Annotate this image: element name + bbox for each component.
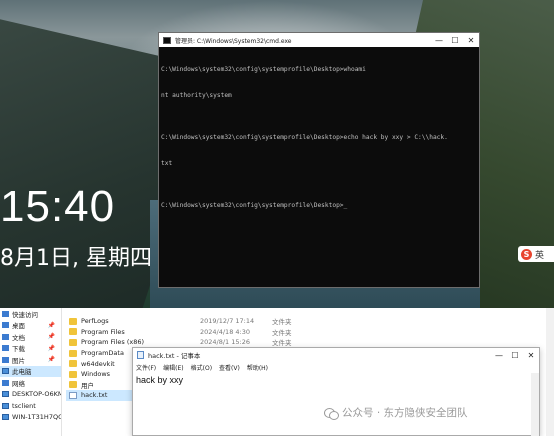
nav-item-label: DESKTOP-O6KME	[12, 390, 61, 399]
folder-icon	[69, 381, 77, 389]
notepad-title: hack.txt - 记事本	[148, 352, 201, 360]
sogou-icon: S	[521, 248, 532, 260]
notepad-titlebar[interactable]: hack.txt - 记事本 — ☐ ✕	[133, 348, 539, 362]
download-icon	[2, 345, 9, 352]
file-name: Windows	[81, 370, 111, 379]
maximize-button[interactable]: ☐	[507, 348, 523, 362]
folder-icon	[69, 328, 77, 336]
pc-icon	[2, 368, 9, 375]
close-button[interactable]: ✕	[523, 348, 539, 362]
cmd-title: 管理员: C:\Windows\System32\cmd.exe	[175, 37, 292, 45]
nav-item-label: 下载	[12, 345, 25, 354]
file-name: 用户	[81, 381, 94, 390]
minimize-button[interactable]: —	[491, 348, 507, 362]
star-icon	[2, 310, 9, 317]
pictures-folder-icon	[2, 356, 9, 363]
wechat-icon	[324, 407, 339, 420]
folder-icon	[69, 338, 77, 346]
console-line: C:\Windows\system32\config\systemprofile…	[161, 134, 448, 141]
file-row[interactable]: PerfLogs 2019/12/7 17:14 文件夹	[66, 316, 386, 327]
console-line: C:\Windows\system32\config\systemprofile…	[161, 66, 366, 73]
notepad-scrollbar[interactable]	[531, 373, 539, 436]
folder-icon	[69, 317, 77, 325]
pin-icon: 📌	[47, 356, 55, 364]
cmd-icon	[163, 36, 171, 44]
file-name: w64devkit	[81, 359, 115, 368]
text-file-icon	[69, 391, 77, 399]
nav-item-network[interactable]: 网络	[0, 377, 61, 389]
watermark-text: 公众号 · 东方隐侠安全团队	[342, 407, 468, 419]
notepad-menubar: 文件(F) 编辑(E) 格式(O) 查看(V) 帮助(H)	[133, 362, 539, 373]
pc-icon	[2, 414, 9, 421]
file-date: 2019/12/7 17:14	[200, 317, 255, 326]
explorer-scrollbar[interactable]	[546, 308, 554, 436]
menu-edit[interactable]: 编辑(E)	[163, 363, 183, 372]
nav-item-this-pc[interactable]: 此电脑	[0, 365, 61, 377]
pin-icon: 📌	[47, 333, 55, 341]
maximize-button[interactable]: ☐	[447, 33, 463, 47]
ime-indicator[interactable]: S 英	[518, 246, 554, 262]
close-button[interactable]: ✕	[463, 33, 479, 47]
console-line: nt authority\system	[161, 91, 232, 99]
nav-item-desktop[interactable]: 桌面 📌	[0, 320, 61, 332]
lockscreen-date: 8月1日, 星期四	[0, 246, 152, 271]
notepad-text-area[interactable]: hack by xxy	[133, 373, 539, 387]
file-name: PerfLogs	[81, 317, 109, 326]
notepad-icon	[137, 351, 144, 359]
nav-item-network-computer[interactable]: tsclient	[0, 400, 61, 412]
menu-view[interactable]: 查看(V)	[219, 363, 240, 372]
menu-format[interactable]: 格式(O)	[191, 363, 212, 372]
pc-icon	[2, 391, 9, 398]
folder-icon	[69, 370, 77, 378]
file-type: 文件夹	[272, 328, 292, 337]
folder-icon	[69, 349, 77, 357]
nav-item-pictures[interactable]: 图片 📌	[0, 354, 61, 366]
file-name: Program Files	[81, 327, 125, 336]
folder-icon	[69, 360, 77, 368]
file-type: 文件夹	[272, 318, 292, 327]
pin-icon: 📌	[47, 321, 55, 329]
lockscreen-time: 15:40	[0, 182, 116, 231]
pc-icon	[2, 402, 9, 409]
nav-item-documents[interactable]: 文档 📌	[0, 331, 61, 343]
nav-item-downloads[interactable]: 下载 📌	[0, 343, 61, 355]
nav-item-network-computer[interactable]: WIN-1T31H7QO5E	[0, 412, 61, 424]
file-date: 2024/4/18 4:30	[200, 327, 250, 336]
nav-item-label: 此电脑	[12, 368, 32, 377]
ime-language-label: 英	[535, 250, 545, 261]
nav-item-label: WIN-1T31H7QO5E	[12, 413, 61, 422]
nav-item-quick-access[interactable]: 快速访问	[0, 308, 61, 320]
network-icon	[2, 379, 9, 386]
minimize-button[interactable]: —	[431, 33, 447, 47]
documents-folder-icon	[2, 333, 9, 340]
nav-item-label: 快速访问	[12, 310, 38, 319]
file-row[interactable]: Program Files 2024/4/18 4:30 文件夹	[66, 327, 386, 338]
cmd-console-output[interactable]: C:\Windows\system32\config\systemprofile…	[159, 47, 479, 230]
nav-item-label: 文档	[12, 333, 25, 342]
console-line: txt	[161, 159, 173, 167]
desktop-folder-icon	[2, 322, 9, 329]
wechat-watermark: 公众号 · 东方隐侠安全团队	[324, 405, 468, 420]
pin-icon: 📌	[47, 344, 55, 352]
file-type: 文件夹	[272, 339, 292, 348]
file-name: ProgramData	[81, 349, 124, 358]
nav-item-network-computer[interactable]: DESKTOP-O6KME	[0, 389, 61, 401]
cmd-window[interactable]: 管理员: C:\Windows\System32\cmd.exe — ☐ ✕ C…	[158, 32, 480, 288]
menu-file[interactable]: 文件(F)	[136, 363, 156, 372]
console-line: C:\Windows\system32\config\systemprofile…	[161, 202, 348, 209]
notepad-window[interactable]: hack.txt - 记事本 — ☐ ✕ 文件(F) 编辑(E) 格式(O) 查…	[132, 347, 540, 436]
file-name: hack.txt	[81, 391, 108, 400]
navigation-pane[interactable]: 快速访问 桌面 📌 文档 📌 下载 📌 图片 📌 此电脑 网络 DESKTOP-…	[0, 308, 62, 436]
nav-item-label: 网络	[12, 379, 25, 388]
nav-item-label: 图片	[12, 356, 25, 365]
nav-item-label: tsclient	[12, 401, 36, 410]
menu-help[interactable]: 帮助(H)	[247, 363, 268, 372]
file-date: 2024/8/1 15:26	[200, 338, 250, 347]
file-name: Program Files (x86)	[81, 338, 145, 347]
nav-item-label: 桌面	[12, 322, 25, 331]
cmd-titlebar[interactable]: 管理员: C:\Windows\System32\cmd.exe — ☐ ✕	[159, 33, 479, 47]
